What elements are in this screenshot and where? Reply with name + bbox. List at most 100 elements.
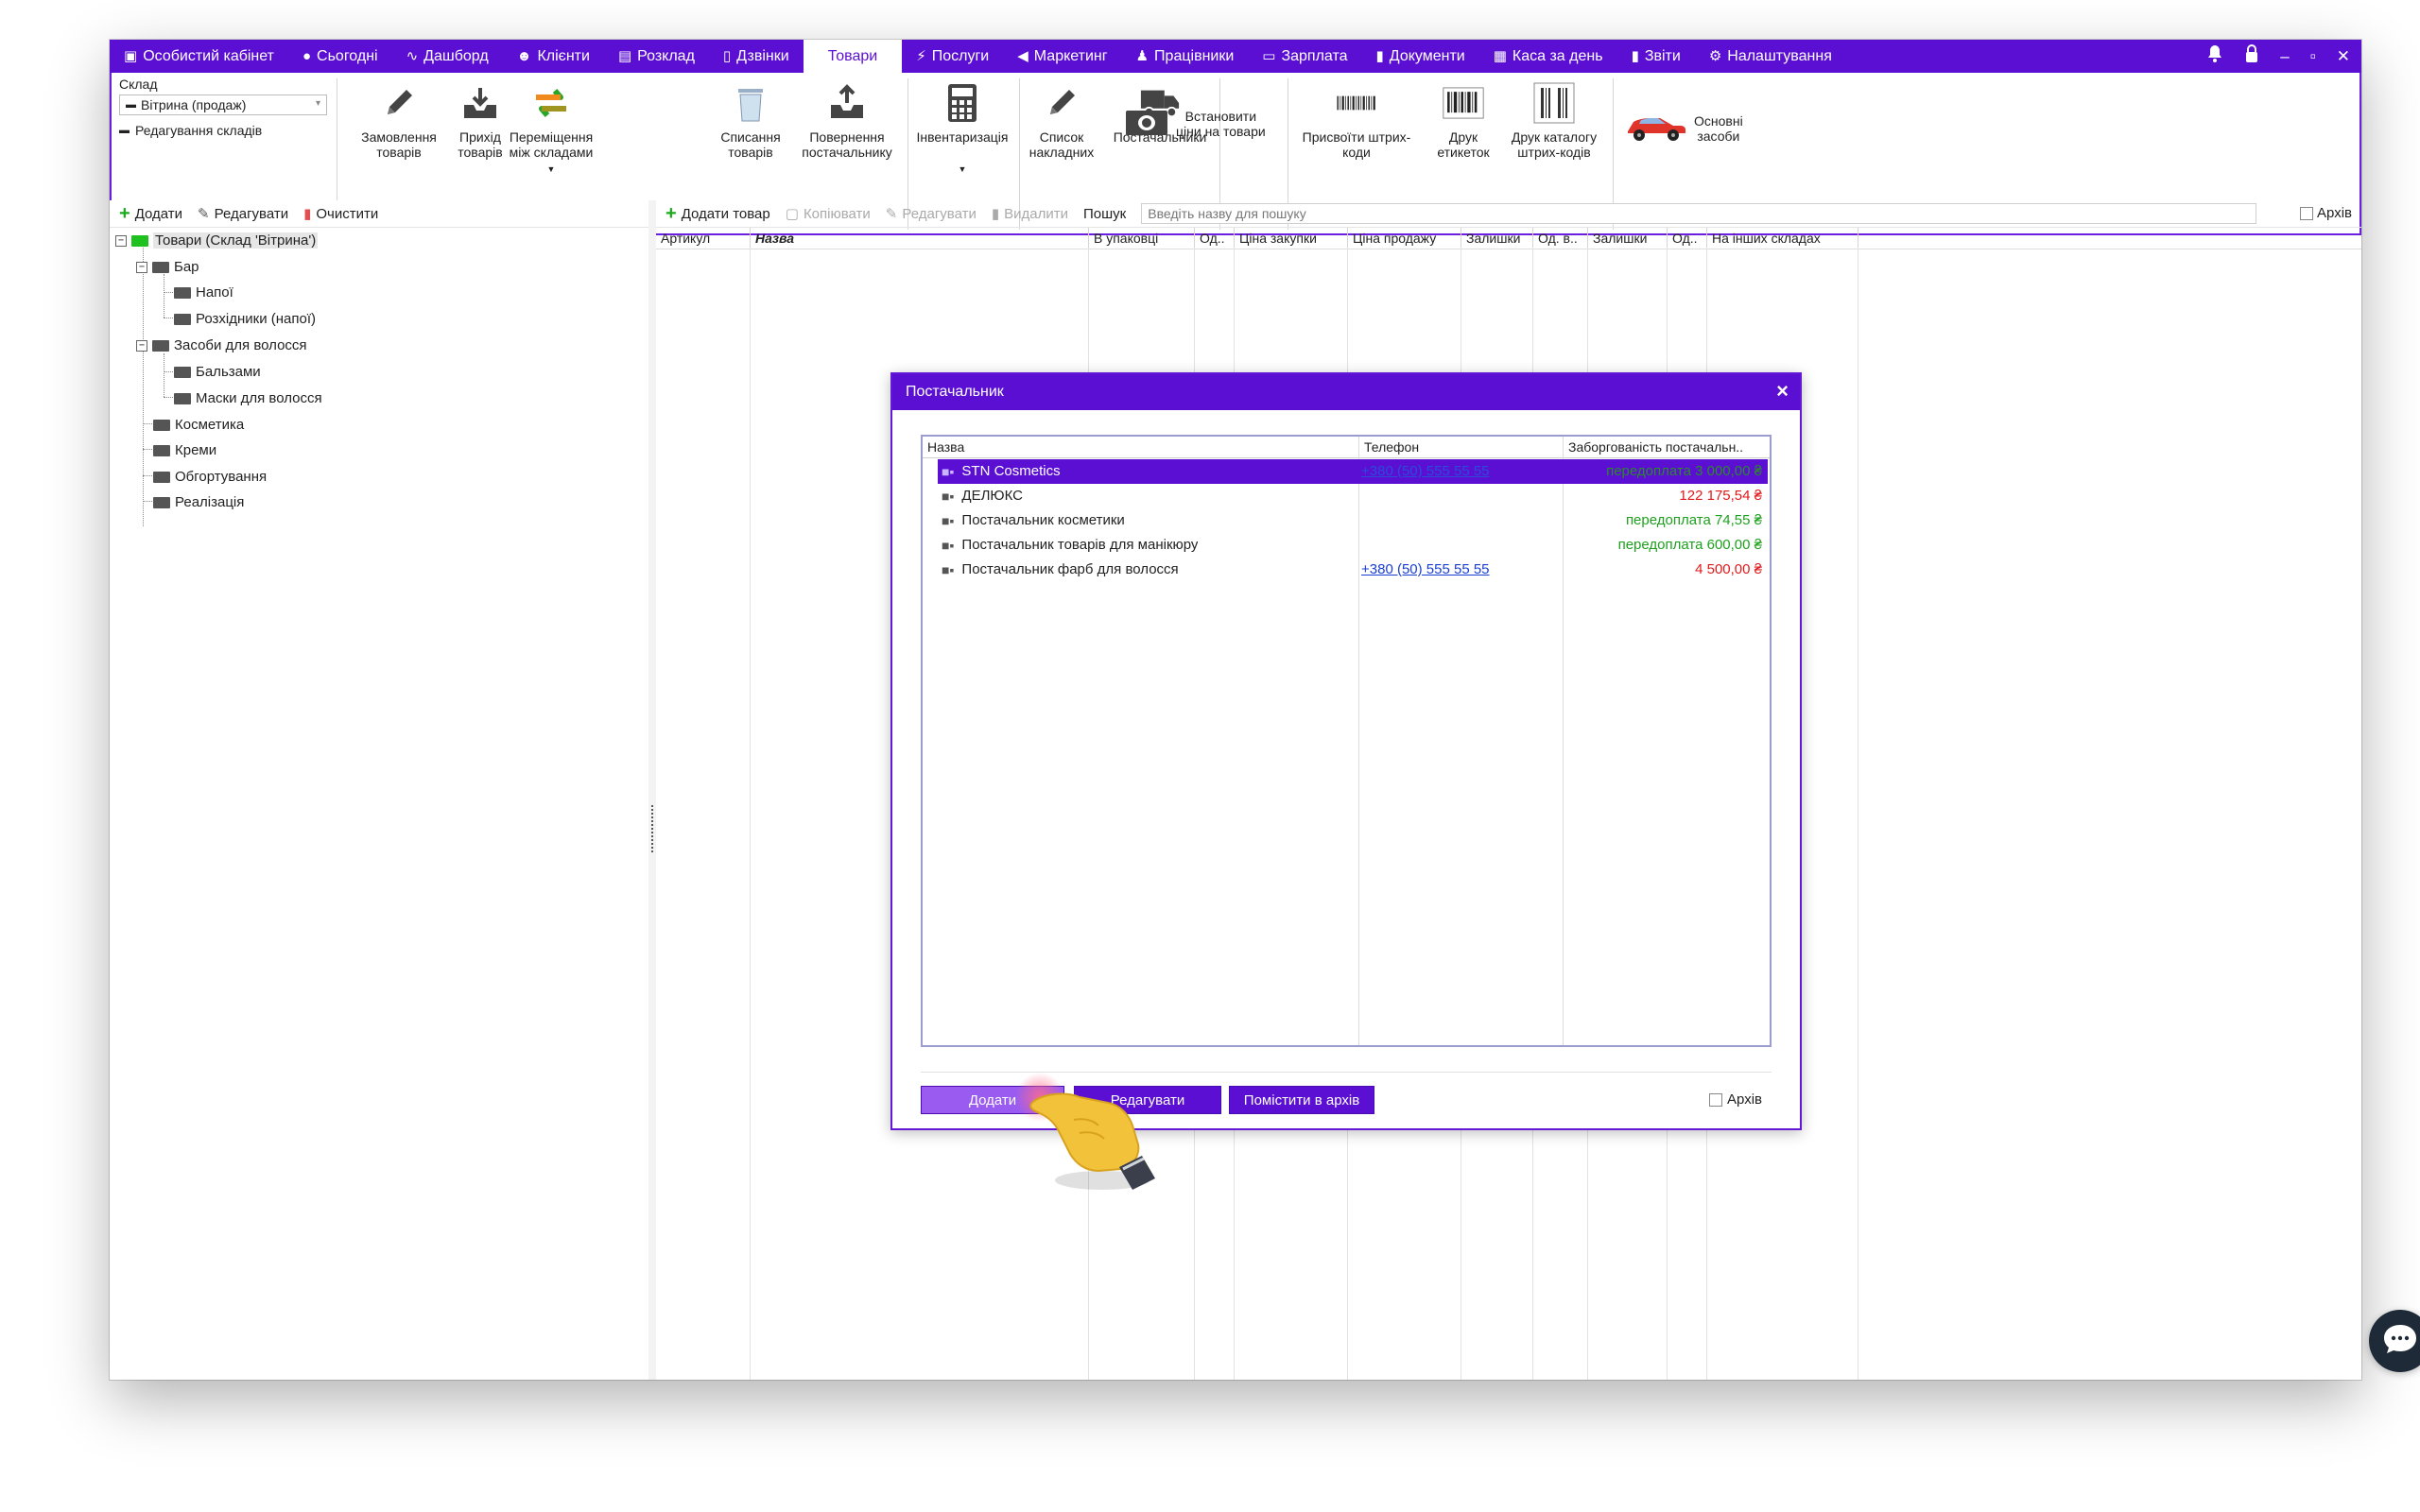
nav-item-7[interactable]: ⚡ Послуги: [902, 40, 1003, 73]
nav-item-6[interactable]: Товари: [803, 40, 903, 73]
nav-item-3[interactable]: ☻ Клієнти: [503, 40, 604, 73]
clear-category-button[interactable]: ▮ Очистити: [303, 205, 378, 223]
restore-icon[interactable]: ▫: [2310, 47, 2316, 66]
inventory-button[interactable]: Інвентаризація ▼: [908, 73, 1017, 177]
archive-supplier-button[interactable]: Помістити в архів: [1229, 1086, 1374, 1114]
col-in-package[interactable]: В упаковці: [1089, 228, 1195, 249]
col-unit-in[interactable]: Од. в..: [1533, 228, 1588, 249]
tree-root[interactable]: − Товари (Склад 'Вітрина'): [115, 232, 319, 249]
supplier-phone-cell: [1361, 484, 1560, 508]
col-article[interactable]: Артикул: [656, 228, 751, 249]
supplier-phone-cell: +380 (50) 555 55 55: [1361, 558, 1560, 582]
tree-item-balms[interactable]: Бальзами: [174, 364, 261, 380]
invoice-list-button[interactable]: Список накладних: [1019, 73, 1104, 160]
tree-item-label: Розхідники (напої): [196, 311, 317, 327]
bolt-icon: ⚡: [916, 48, 926, 64]
supplier-row[interactable]: ■▪ ДЕЛЮКС 122 175,54 ₴: [938, 484, 1768, 508]
col-unit[interactable]: Од..: [1195, 228, 1235, 249]
nav-item-5[interactable]: ▯ Дзвінки: [709, 40, 804, 73]
col-supplier-phone[interactable]: Телефон: [1359, 437, 1564, 457]
supplier-name-cell: ■▪ Постачальник товарів для манікюру: [942, 533, 1198, 558]
print-labels-button[interactable]: Друк етикеток: [1426, 73, 1501, 160]
print-labels-l1: Друк: [1448, 129, 1478, 145]
tree-item-bar[interactable]: − Бар: [136, 259, 199, 275]
nav-item-4[interactable]: ▤ Розклад: [604, 40, 709, 73]
search-input[interactable]: [1141, 203, 2257, 224]
lock-icon[interactable]: [2244, 44, 2259, 68]
delete-product-button[interactable]: ▮ Видалити: [992, 205, 1068, 223]
supplier-row[interactable]: ■▪ Постачальник фарб для волосся +380 (50)…: [938, 558, 1768, 582]
col-stock-2[interactable]: Залишки: [1588, 228, 1668, 249]
tree-item-realization[interactable]: Реалізація: [153, 494, 244, 510]
chat-button[interactable]: [2369, 1310, 2420, 1372]
close-window-icon[interactable]: ✕: [2337, 47, 2350, 66]
nav-item-2[interactable]: ∿ Дашборд: [392, 40, 503, 73]
archive-toggle[interactable]: Архів: [2300, 205, 2352, 221]
copy-icon: ▢: [785, 206, 799, 222]
assign-barcodes-button[interactable]: Присвоїти штрих- коди: [1295, 73, 1418, 160]
transfer-button[interactable]: Переміщення між складами ▼: [495, 73, 607, 177]
col-sale-price[interactable]: Ціна продажу: [1348, 228, 1461, 249]
plus-icon: +: [666, 203, 677, 224]
col-supplier-name[interactable]: Назва: [923, 437, 1359, 457]
nav-item-0[interactable]: ▣ Особистий кабінет: [110, 40, 288, 73]
close-icon[interactable]: ×: [1776, 381, 1789, 402]
return-to-supplier-button[interactable]: Повернення постачальнику: [788, 73, 906, 160]
add-category-button[interactable]: + Додати: [119, 204, 182, 223]
nav-item-1[interactable]: ● Сьогодні: [288, 40, 392, 73]
collapse-icon[interactable]: −: [136, 339, 147, 352]
col-stock[interactable]: Залишки: [1461, 228, 1533, 249]
supplier-row[interactable]: ■▪ STN Cosmetics +380 (50) 555 55 55 передо…: [938, 459, 1768, 484]
tree-item-consumables[interactable]: Розхідники (напої): [174, 311, 316, 327]
edit-warehouses-link[interactable]: ▬ Редагування складів: [119, 123, 333, 138]
supplier-row[interactable]: ■▪ Постачальник косметики передоплата 74,5…: [938, 508, 1768, 533]
col-purchase-price[interactable]: Ціна закупки: [1235, 228, 1348, 249]
dialog-archive-toggle[interactable]: Архів: [1709, 1091, 1762, 1108]
nav-item-12[interactable]: ▦ Каса за день: [1479, 40, 1617, 73]
bell-icon[interactable]: [2206, 44, 2223, 68]
nav-item-13[interactable]: ▮ Звіти: [1617, 40, 1695, 73]
col-supplier-debt[interactable]: Заборгованість постачальн..: [1564, 437, 1770, 457]
print-barcode-catalog-button[interactable]: Друк каталогу штрих-кодів: [1497, 73, 1611, 160]
set-prices-button[interactable]: Встановити ціни на товари: [1125, 109, 1266, 139]
warehouse-dropdown[interactable]: ▬ Вітрина (продаж) ▾: [119, 94, 327, 115]
return-l2: постачальнику: [802, 145, 892, 160]
collapse-icon[interactable]: −: [136, 261, 147, 273]
col-other-warehouses[interactable]: На інших складах: [1707, 228, 1858, 249]
nav-item-10[interactable]: ▭ Зарплата: [1248, 40, 1361, 73]
tree-item-masks[interactable]: Маски для волосся: [174, 390, 322, 406]
edit-product-button[interactable]: ✎ Редагувати: [886, 205, 977, 223]
supplier-phone-link[interactable]: +380 (50) 555 55 55: [1361, 463, 1490, 479]
search-label: Пошук: [1083, 205, 1127, 222]
write-off-button[interactable]: Списання товарів: [703, 73, 798, 160]
tree-item-label: Засоби для волосся: [174, 337, 307, 353]
dialog-archive-label: Архів: [1727, 1091, 1762, 1108]
supplier-row[interactable]: ■▪ Постачальник товарів для манікюру перед…: [938, 533, 1768, 558]
tree-item-hair[interactable]: − Засоби для волосся: [136, 337, 307, 353]
panel-splitter[interactable]: [648, 200, 656, 1380]
edit-category-button[interactable]: ✎ Редагувати: [198, 205, 288, 223]
tree-item-label: Бальзами: [196, 364, 261, 380]
splitter-grip-icon[interactable]: [651, 805, 655, 852]
nav-item-14[interactable]: ⚙ Налаштування: [1695, 40, 1846, 73]
copy-product-button[interactable]: ▢ Копіювати: [785, 205, 871, 223]
dialog-archive-checkbox[interactable]: [1709, 1092, 1723, 1107]
nav-item-11[interactable]: ▮ Документи: [1362, 40, 1479, 73]
add-product-button[interactable]: + Додати товар: [666, 203, 770, 224]
archive-checkbox[interactable]: [2300, 206, 2314, 220]
tree-item-creams[interactable]: Креми: [153, 442, 216, 458]
minimize-icon[interactable]: –: [2280, 47, 2289, 66]
collapse-icon[interactable]: −: [115, 234, 127, 247]
tree-item-drinks[interactable]: Напої: [174, 284, 233, 301]
col-name[interactable]: Назва: [751, 228, 1089, 249]
nav-item-9[interactable]: ♟ Працівники: [1122, 40, 1249, 73]
folder-icon: [174, 313, 191, 325]
nav-item-8[interactable]: ◀ Маркетинг: [1003, 40, 1121, 73]
fixed-assets-button[interactable]: Основні засоби: [1626, 111, 1743, 146]
tree-item-wraps[interactable]: Обгортування: [153, 469, 267, 485]
tree-line: [143, 248, 144, 526]
col-unit-2[interactable]: Од..: [1668, 228, 1707, 249]
supplier-phone-link[interactable]: +380 (50) 555 55 55: [1361, 561, 1490, 577]
folder-icon: [131, 234, 148, 247]
tree-item-cosmetics[interactable]: Косметика: [153, 417, 244, 433]
